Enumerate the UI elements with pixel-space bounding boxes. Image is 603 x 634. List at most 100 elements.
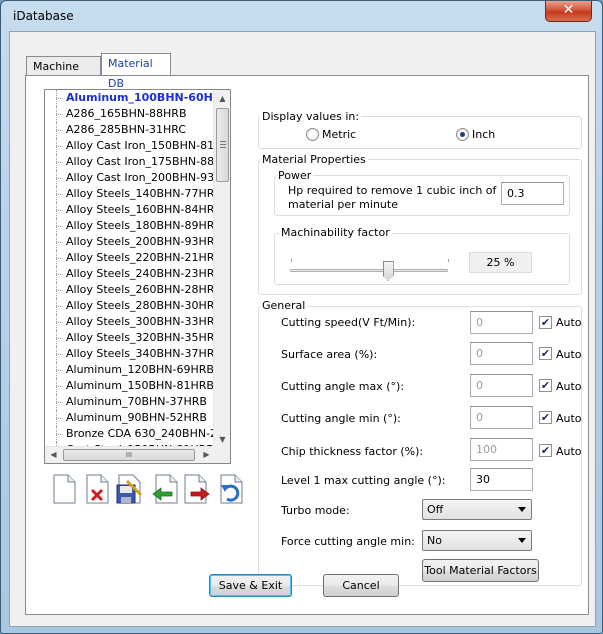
tool-material-factors-button[interactable]: Tool Material Factors — [422, 559, 539, 582]
export-icon — [184, 474, 210, 504]
cutting-angle-max-auto-checkbox[interactable]: ✔ — [539, 379, 552, 392]
delete-file-icon — [86, 474, 109, 504]
material-tree-item[interactable]: Alloy Steels_260BHN-28HRC — [45, 282, 215, 298]
chip-thickness-auto-checkbox[interactable]: ✔ — [539, 444, 552, 457]
material-tree-item[interactable]: Alloy Cast Iron_200BHN-93HRB — [45, 170, 215, 186]
material-tree-item[interactable]: Alloy Steels_220BHN-21HRC — [45, 250, 215, 266]
material-tree-item[interactable]: Bronze CDA 630_240BHN-23HRC — [45, 426, 215, 442]
material-tree-item[interactable]: Alloy Steels_160BHN-84HRB — [45, 202, 215, 218]
slider-tick — [448, 259, 449, 262]
level1-angle-label: Level 1 max cutting angle (°): — [281, 474, 446, 487]
machinability-slider-track[interactable] — [290, 269, 448, 272]
chip-thickness-label: Chip thickness factor (%): — [281, 445, 424, 458]
new-file-icon — [53, 474, 76, 504]
cutting-angle-min-input[interactable]: 0 — [470, 406, 533, 429]
hscroll-thumb[interactable]: III — [63, 449, 195, 461]
turbo-mode-dropdown[interactable]: Off — [422, 499, 532, 520]
force-angle-min-value: No — [427, 534, 442, 547]
material-tree-item[interactable]: Alloy Cast Iron_175BHN-88HRB — [45, 154, 215, 170]
hp-label-line1: Hp required to remove 1 cubic inch of — [288, 184, 497, 197]
force-angle-min-dropdown[interactable]: No — [422, 530, 532, 551]
machinability-readout: 25 % — [469, 252, 532, 273]
material-tree-item[interactable]: Aluminum_120BHN-69HRB — [45, 362, 215, 378]
cutting-speed-auto-checkbox[interactable]: ✔ — [539, 316, 552, 329]
new-material-button[interactable] — [50, 473, 78, 505]
material-tree-item[interactable]: A286_285BHN-31HRC — [45, 122, 215, 138]
surface-area-input[interactable]: 0 — [470, 342, 533, 365]
cutting-speed-input[interactable]: 0 — [470, 311, 533, 334]
level1-angle-input[interactable]: 30 — [470, 468, 533, 491]
material-tree-item[interactable]: Aluminum_100BHN-60HRB — [45, 90, 215, 106]
cutting-speed-auto-label[interactable]: Auto — [556, 316, 582, 329]
undo-button[interactable] — [217, 473, 245, 505]
material-tree-item[interactable]: Alloy Cast Iron_150BHN-81HRB — [45, 138, 215, 154]
hp-input[interactable]: 0.3 — [501, 182, 564, 205]
display-units-legend: Display values in: — [260, 110, 362, 123]
material-tree[interactable]: Aluminum_100BHN-60HRB A286_165BHN-88HRB A2… — [44, 89, 231, 464]
save-icon — [116, 474, 143, 504]
material-tree-item[interactable]: Aluminum_150BHN-81HRB — [45, 378, 215, 394]
turbo-mode-value: Off — [427, 503, 444, 516]
metric-radio[interactable] — [306, 128, 319, 141]
close-button[interactable]: ✕ — [545, 1, 592, 22]
chip-thickness-input[interactable]: 100 — [470, 438, 533, 461]
cutting-speed-label: Cutting speed(V Ft/Min): — [281, 316, 416, 329]
surface-area-auto-label[interactable]: Auto — [556, 348, 582, 361]
cancel-button[interactable]: Cancel — [323, 574, 399, 597]
hp-label-line2: material per minute — [288, 198, 398, 211]
power-legend: Power — [276, 169, 314, 182]
cutting-angle-min-label: Cutting angle min (°): — [281, 412, 401, 425]
inch-radio[interactable] — [456, 128, 469, 141]
machinability-legend: Machinability factor — [279, 226, 392, 239]
cutting-angle-max-auto-label[interactable]: Auto — [556, 380, 582, 393]
grip-icon — [220, 141, 226, 148]
window-title: iDatabase — [13, 9, 74, 23]
scrollbar-corner — [213, 446, 230, 463]
chevron-down-icon — [518, 538, 526, 543]
material-tree-item[interactable]: Alloy Steels_300BHN-33HRC — [45, 314, 215, 330]
material-tree-items: Aluminum_100BHN-60HRB A286_165BHN-88HRB A2… — [45, 90, 215, 448]
cutting-angle-min-auto-label[interactable]: Auto — [556, 412, 582, 425]
material-tree-item[interactable]: Aluminum_90BHN-52HRB — [45, 410, 215, 426]
save-exit-button[interactable]: Save & Exit — [209, 574, 292, 597]
material-tree-item[interactable]: Alloy Steels_180BHN-89HRB — [45, 218, 215, 234]
tree-horizontal-scrollbar[interactable]: ◀ III ▶ — [45, 446, 215, 463]
metric-label[interactable]: Metric — [322, 128, 356, 141]
slider-tick — [291, 259, 292, 262]
material-tree-item[interactable]: Aluminum_70BHN-37HRB — [45, 394, 215, 410]
cutting-angle-max-label: Cutting angle max (°): — [281, 380, 405, 393]
idatabase-window: iDatabase ✕ Machine DB Material DB Alumi… — [0, 0, 603, 634]
tab-machine-db[interactable]: Machine DB — [26, 56, 101, 93]
force-angle-min-label: Force cutting angle min: — [281, 535, 415, 548]
scroll-up-arrow-icon[interactable]: ▲ — [214, 90, 230, 107]
scroll-thumb[interactable] — [216, 108, 229, 182]
client-area: Machine DB Material DB Aluminum_100BHN-6… — [9, 31, 596, 627]
import-material-button[interactable] — [150, 473, 178, 505]
material-tree-item[interactable]: Alloy Steels_340BHN-37HRC — [45, 346, 215, 362]
material-db-panel: Aluminum_100BHN-60HRB A286_165BHN-88HRB A2… — [25, 75, 589, 615]
delete-material-button[interactable] — [83, 473, 111, 505]
material-tree-item[interactable]: Alloy Steels_240BHN-23HRC — [45, 266, 215, 282]
surface-area-auto-checkbox[interactable]: ✔ — [539, 347, 552, 360]
surface-area-label: Surface area (%): — [281, 348, 378, 361]
material-properties-legend: Material Properties — [260, 153, 368, 166]
undo-icon — [220, 474, 243, 504]
tree-vertical-scrollbar[interactable]: ▲ ▼ — [213, 90, 230, 448]
material-tree-item[interactable]: A286_165BHN-88HRB — [45, 106, 215, 122]
title-bar[interactable]: iDatabase ✕ — [1, 1, 602, 31]
material-tree-item[interactable]: Alloy Steels_140BHN-77HRB — [45, 186, 215, 202]
save-material-button[interactable] — [115, 473, 143, 505]
tab-material-db[interactable]: Material DB — [101, 53, 171, 90]
turbo-mode-label: Turbo mode: — [281, 504, 350, 517]
material-tree-item[interactable]: Alloy Steels_280BHN-30HRC — [45, 298, 215, 314]
material-tree-item[interactable]: Alloy Steels_200BHN-93HRB — [45, 234, 215, 250]
cutting-angle-max-input[interactable]: 0 — [470, 374, 533, 397]
chevron-down-icon — [518, 507, 526, 512]
cutting-angle-min-auto-checkbox[interactable]: ✔ — [539, 411, 552, 424]
inch-label[interactable]: Inch — [472, 128, 495, 141]
chip-thickness-auto-label[interactable]: Auto — [556, 445, 582, 458]
scroll-left-arrow-icon[interactable]: ◀ — [45, 447, 62, 463]
material-tree-item[interactable]: Alloy Steels_320BHN-35HRC — [45, 330, 215, 346]
import-icon — [152, 474, 178, 504]
export-material-button[interactable] — [183, 473, 211, 505]
